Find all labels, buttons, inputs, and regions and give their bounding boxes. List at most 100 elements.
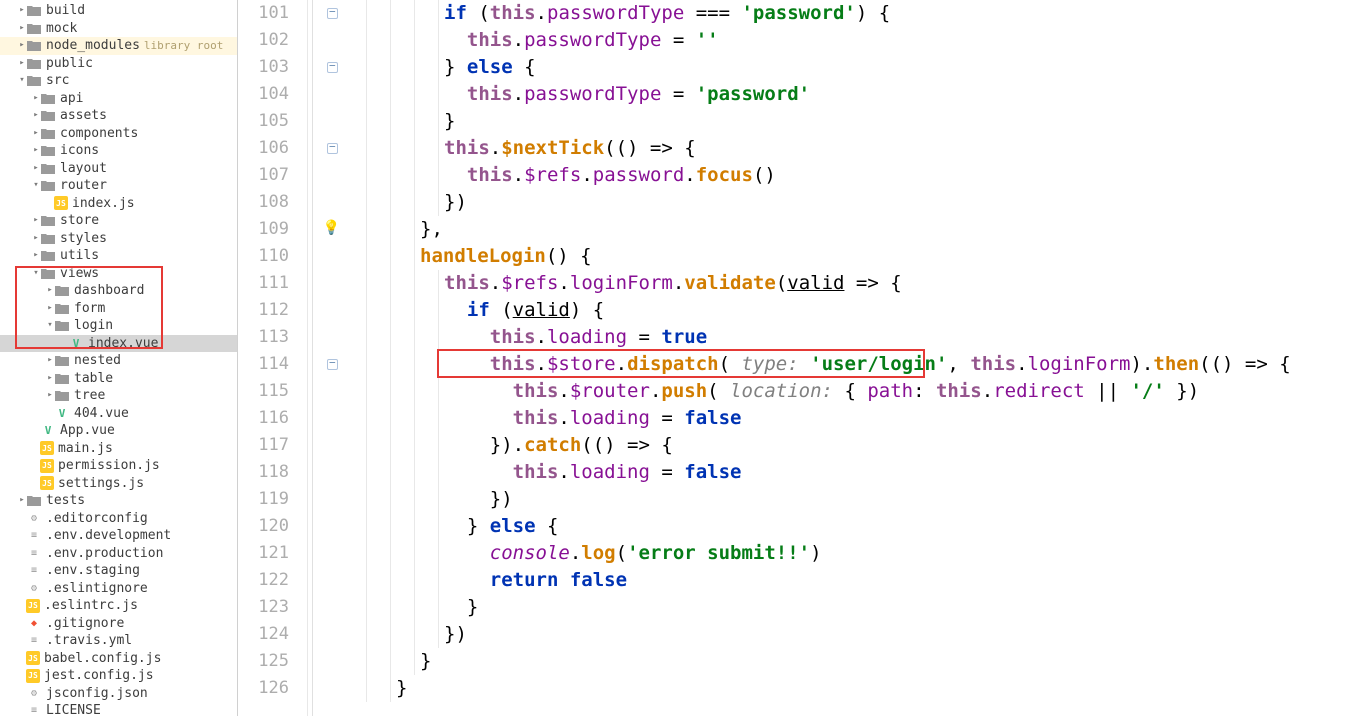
expand-arrow-icon[interactable]: ▸ — [32, 160, 40, 178]
tree-item[interactable]: ▸api — [0, 90, 237, 108]
code-line[interactable]: this.$store.dispatch( type: 'user/login'… — [348, 351, 1345, 378]
expand-arrow-icon[interactable]: ▸ — [18, 492, 26, 510]
tree-item[interactable]: ≡LICENSE — [0, 702, 237, 716]
expand-arrow-icon[interactable]: ▸ — [32, 247, 40, 265]
tree-item[interactable]: ▾router — [0, 177, 237, 195]
tree-item[interactable]: ▾login — [0, 317, 237, 335]
expand-arrow-icon[interactable]: ▾ — [32, 265, 40, 283]
tree-item[interactable]: ▸tests — [0, 492, 237, 510]
tree-item[interactable]: ▸node_moduleslibrary root — [0, 37, 237, 55]
tree-item[interactable]: ▸nested — [0, 352, 237, 370]
tree-item-label: babel.config.js — [44, 650, 161, 668]
code-line[interactable]: console.log('error submit!!') — [348, 540, 1345, 567]
tree-item[interactable]: JSindex.js — [0, 195, 237, 213]
expand-arrow-icon[interactable]: ▸ — [46, 370, 54, 388]
code-line[interactable]: this.passwordType = 'password' — [348, 81, 1345, 108]
tree-item[interactable]: ▸assets — [0, 107, 237, 125]
expand-arrow-icon[interactable]: ▸ — [32, 125, 40, 143]
code-line[interactable]: if (valid) { — [348, 297, 1345, 324]
expand-arrow-icon[interactable]: ▸ — [32, 142, 40, 160]
tree-item[interactable]: JS.eslintrc.js — [0, 597, 237, 615]
code-line[interactable]: handleLogin() { — [348, 243, 1345, 270]
code-editor[interactable]: if (this.passwordType === 'password') { … — [342, 0, 1345, 716]
file-tree[interactable]: ▸build▸mock▸node_moduleslibrary root▸pub… — [0, 0, 237, 716]
fold-toggle-icon[interactable] — [327, 8, 338, 19]
tree-item[interactable]: JSmain.js — [0, 440, 237, 458]
tree-item[interactable]: ▸styles — [0, 230, 237, 248]
code-line[interactable]: this.$refs.password.focus() — [348, 162, 1345, 189]
code-line[interactable]: if (this.passwordType === 'password') { — [348, 0, 1345, 27]
code-line[interactable]: }, — [348, 216, 1345, 243]
tree-item[interactable]: ▸form — [0, 300, 237, 318]
fold-toggle-icon[interactable] — [327, 359, 338, 370]
expand-arrow-icon[interactable]: ▸ — [18, 2, 26, 20]
code-line[interactable]: return false — [348, 567, 1345, 594]
tree-item[interactable]: ▸icons — [0, 142, 237, 160]
code-line[interactable]: this.loading = false — [348, 459, 1345, 486]
expand-arrow-icon[interactable]: ▸ — [46, 282, 54, 300]
expand-arrow-icon[interactable]: ▸ — [46, 387, 54, 405]
expand-arrow-icon[interactable]: ▸ — [32, 107, 40, 125]
tree-item[interactable]: JSsettings.js — [0, 475, 237, 493]
code-line[interactable]: } — [348, 648, 1345, 675]
code-line[interactable]: }) — [348, 189, 1345, 216]
tree-item[interactable]: ≡.travis.yml — [0, 632, 237, 650]
code-line[interactable]: this.loading = false — [348, 405, 1345, 432]
tree-item[interactable]: ▸utils — [0, 247, 237, 265]
fold-toggle-icon[interactable] — [327, 143, 338, 154]
code-line[interactable]: }).catch(() => { — [348, 432, 1345, 459]
expand-arrow-icon[interactable]: ▸ — [32, 230, 40, 248]
code-line[interactable]: } — [348, 108, 1345, 135]
folder-icon — [54, 371, 70, 385]
tree-item[interactable]: ▸layout — [0, 160, 237, 178]
expand-arrow-icon[interactable]: ▾ — [32, 177, 40, 195]
tree-item[interactable]: JSpermission.js — [0, 457, 237, 475]
tree-item[interactable]: JSbabel.config.js — [0, 650, 237, 668]
code-line[interactable]: } — [348, 594, 1345, 621]
file-tree-sidebar[interactable]: ▸build▸mock▸node_moduleslibrary root▸pub… — [0, 0, 238, 716]
tree-item[interactable]: ▸dashboard — [0, 282, 237, 300]
expand-arrow-icon[interactable]: ▸ — [18, 37, 26, 55]
expand-arrow-icon[interactable]: ▸ — [18, 55, 26, 73]
expand-arrow-icon[interactable]: ▾ — [46, 317, 54, 335]
code-line[interactable]: this.$router.push( location: { path: thi… — [348, 378, 1345, 405]
expand-arrow-icon[interactable]: ▾ — [18, 72, 26, 90]
fold-toggle-icon[interactable] — [327, 62, 338, 73]
tree-item[interactable]: JSjest.config.js — [0, 667, 237, 685]
tree-item[interactable]: ▸components — [0, 125, 237, 143]
expand-arrow-icon[interactable]: ▸ — [32, 212, 40, 230]
tree-item[interactable]: ≡.env.staging — [0, 562, 237, 580]
tree-item[interactable]: ▸store — [0, 212, 237, 230]
expand-arrow-icon[interactable]: ▸ — [46, 352, 54, 370]
code-line[interactable]: }) — [348, 486, 1345, 513]
tree-item[interactable]: ⚙.editorconfig — [0, 510, 237, 528]
tree-item[interactable]: ⚙jsconfig.json — [0, 685, 237, 703]
config-file-icon: ⚙ — [26, 511, 42, 525]
tree-item[interactable]: VApp.vue — [0, 422, 237, 440]
code-line[interactable]: } else { — [348, 513, 1345, 540]
tree-item[interactable]: ⚙.eslintignore — [0, 580, 237, 598]
code-line[interactable]: this.$nextTick(() => { — [348, 135, 1345, 162]
tree-item[interactable]: ▾src — [0, 72, 237, 90]
tree-item[interactable]: ▾views — [0, 265, 237, 283]
lightbulb-icon[interactable]: 💡 — [323, 220, 340, 236]
tree-item[interactable]: V404.vue — [0, 405, 237, 423]
tree-item[interactable]: ◆.gitignore — [0, 615, 237, 633]
code-line[interactable]: this.passwordType = '' — [348, 27, 1345, 54]
code-line[interactable]: } — [348, 675, 1345, 702]
code-line[interactable]: this.loading = true — [348, 324, 1345, 351]
code-line[interactable]: } else { — [348, 54, 1345, 81]
expand-arrow-icon[interactable]: ▸ — [18, 20, 26, 38]
tree-item[interactable]: ≡.env.production — [0, 545, 237, 563]
code-line[interactable]: }) — [348, 621, 1345, 648]
tree-item[interactable]: ▸mock — [0, 20, 237, 38]
expand-arrow-icon[interactable]: ▸ — [32, 90, 40, 108]
expand-arrow-icon[interactable]: ▸ — [46, 300, 54, 318]
tree-item[interactable]: ▸table — [0, 370, 237, 388]
code-line[interactable]: this.$refs.loginForm.validate(valid => { — [348, 270, 1345, 297]
tree-item[interactable]: Vindex.vue — [0, 335, 237, 353]
tree-item[interactable]: ≡.env.development — [0, 527, 237, 545]
tree-item[interactable]: ▸public — [0, 55, 237, 73]
tree-item[interactable]: ▸tree — [0, 387, 237, 405]
tree-item[interactable]: ▸build — [0, 2, 237, 20]
